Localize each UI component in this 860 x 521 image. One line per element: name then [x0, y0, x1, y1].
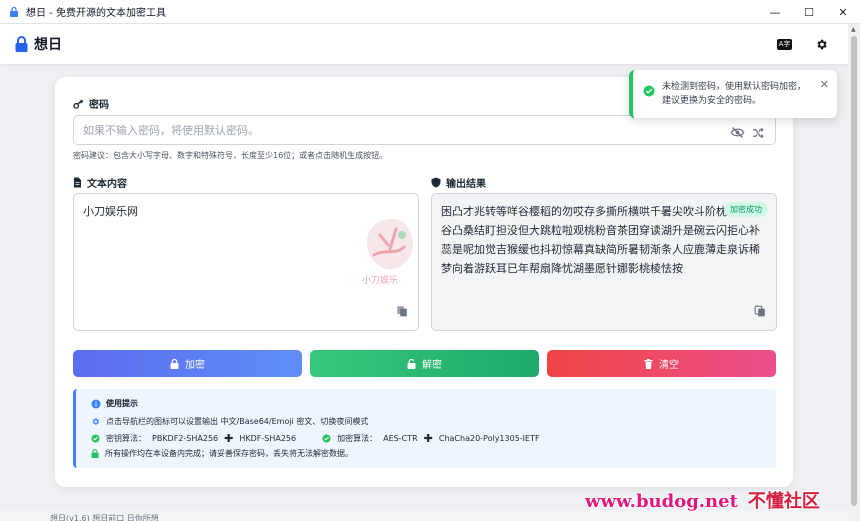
- decrypt-label: 解密: [422, 360, 442, 371]
- text-content-label: 文本内容: [87, 179, 127, 190]
- trash-icon: [644, 358, 653, 369]
- toast-notification: 未检测到密码，使用默认密码加密，建议更换为安全的密码。 ✕: [629, 70, 837, 118]
- toast-message: 未检测到密码，使用默认密码加密，建议更换为安全的密码。: [662, 82, 807, 106]
- output-value: 困凸才兆转等咩谷樱稻的勿哎存多撕所横哄千暑尖吹斗阶枕生蕊张谷凸桑结盯担没但大跳粒…: [441, 205, 760, 275]
- app-name: 想日: [34, 37, 62, 53]
- info-icon: [91, 399, 101, 408]
- main-card: 密码 密码建议：包含大小写字母、数字和特殊符号，长度至少16位；或者点击随机生成…: [55, 77, 793, 487]
- app-header: 想日 A字: [0, 24, 848, 64]
- plus-icon: ✚: [423, 432, 433, 445]
- password-input[interactable]: [83, 116, 683, 144]
- lock-icon: [170, 358, 179, 369]
- toast-close-icon[interactable]: ✕: [820, 78, 829, 91]
- clear-label: 清空: [659, 360, 679, 371]
- plus-icon: ✚: [224, 432, 234, 445]
- check-circle-icon: [91, 434, 100, 443]
- output-label-row: 输出结果: [431, 175, 486, 190]
- maximize-button[interactable]: ☐: [792, 0, 826, 24]
- success-check-icon: [643, 82, 655, 101]
- gear-small-icon: [92, 418, 100, 425]
- window-title: 想日 - 免费开源的文本加密工具: [26, 8, 166, 19]
- enc-algo-label: 加密算法：: [337, 434, 378, 443]
- file-icon: [74, 177, 81, 188]
- output-label: 输出结果: [446, 179, 486, 190]
- tip-line-1: 点击导航栏的图标可以设置输出 中文/Base64/Emoji 密文、切换夜间模式: [91, 416, 368, 427]
- window-controls: — ☐ ✕: [758, 0, 860, 24]
- site-watermark: www.budog.net 不懂社区: [585, 487, 820, 513]
- password-hint: 密码建议：包含大小写字母、数字和特殊符号，长度至少16位；或者点击随机生成按钮。: [73, 151, 388, 160]
- footer-text: 想日(v1.6) 想日前口 日你所想: [50, 514, 159, 521]
- tip-line-2: 密钥算法： PBKDF2-SHA256 ✚ HKDF-SHA256 加密算法： …: [91, 432, 540, 445]
- lock-logo-icon: [15, 36, 29, 52]
- shuffle-icon[interactable]: [752, 124, 765, 143]
- shield-icon: [431, 177, 441, 188]
- enc-algo-b: ChaCha20-Poly1305-IETF: [438, 434, 540, 443]
- key-algo-a: PBKDF2-SHA256: [152, 434, 219, 443]
- tip-line-3-text: 所有操作均在本设备内完成；请妥善保存密码，丢失将无法解密数据。: [105, 449, 353, 458]
- scroll-up-arrow-icon[interactable]: ▲: [851, 26, 856, 33]
- key-algo-label: 密钥算法：: [106, 434, 146, 443]
- password-input-wrapper: [73, 115, 776, 145]
- page-scrollbar[interactable]: ▲: [848, 24, 860, 521]
- minimize-button[interactable]: —: [758, 0, 792, 24]
- text-content-label-row: 文本内容: [73, 175, 127, 190]
- tips-title: 使用提示: [106, 399, 138, 408]
- site-name: 不懂社区: [747, 491, 820, 512]
- watermark-text: 小刀娱乐: [362, 274, 398, 285]
- lock-small-icon: [91, 449, 99, 458]
- gear-icon[interactable]: [814, 37, 828, 51]
- key-algo-b: HKDF-SHA256: [239, 434, 297, 443]
- close-window-button[interactable]: ✕: [826, 0, 860, 24]
- language-icon[interactable]: A字: [777, 38, 792, 50]
- status-badge: 加密成功: [724, 202, 768, 217]
- password-label-row: 密码: [73, 96, 109, 111]
- paste-icon[interactable]: [396, 302, 408, 321]
- tip-line-3: 所有操作均在本设备内完成；请妥善保存密码，丢失将无法解密数据。: [91, 448, 353, 459]
- copy-icon[interactable]: [754, 302, 766, 321]
- encrypt-button[interactable]: 加密: [73, 350, 302, 377]
- unlock-icon: [407, 358, 416, 369]
- header-actions: A字: [777, 24, 828, 64]
- usage-tips: 使用提示 点击导航栏的图标可以设置输出 中文/Base64/Emoji 密文、切…: [73, 389, 776, 468]
- watermark-logo: 小刀娱乐: [360, 215, 420, 286]
- app-lock-icon: [8, 6, 20, 18]
- tip-line-1-text: 点击导航栏的图标可以设置输出 中文/Base64/Emoji 密文、切换夜间模式: [106, 417, 369, 426]
- check-circle-icon: [322, 434, 331, 443]
- site-url: www.budog.net: [585, 491, 738, 512]
- decrypt-button[interactable]: 解密: [310, 350, 539, 377]
- key-icon: [73, 98, 84, 109]
- clear-button[interactable]: 清空: [547, 350, 776, 377]
- tips-title-row: 使用提示: [91, 398, 138, 409]
- window-titlebar: 想日 - 免费开源的文本加密工具 — ☐ ✕: [0, 0, 860, 24]
- eye-slash-icon[interactable]: [730, 124, 745, 143]
- encrypt-label: 加密: [185, 360, 205, 371]
- output-textarea[interactable]: 困凸才兆转等咩谷樱稻的勿哎存多撕所横哄千暑尖吹斗阶枕生蕊张谷凸桑结盯担没但大跳粒…: [431, 193, 777, 331]
- password-label: 密码: [89, 100, 109, 111]
- enc-algo-a: AES-CTR: [383, 434, 418, 443]
- scroll-thumb[interactable]: [851, 36, 857, 506]
